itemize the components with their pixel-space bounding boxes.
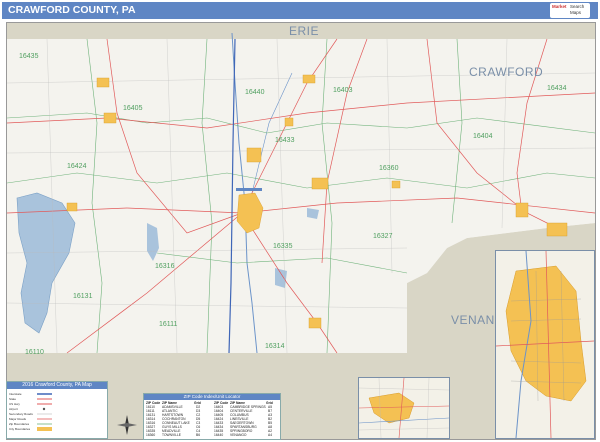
inset-map-meadville[interactable] (495, 250, 595, 439)
zip-index-code: 16360 (146, 433, 156, 437)
logo-brand: Market (552, 4, 567, 9)
map-title: CRAWFORD COUNTY, PA (8, 4, 136, 16)
logo-line-3: Maps (570, 10, 582, 15)
zip-label: 16424 (67, 163, 87, 170)
zip-label: 16440 (245, 89, 265, 96)
zip-label: 16110 (25, 349, 44, 356)
zip-index-grid: B6 (196, 433, 201, 437)
zip-index-grid: A4 (268, 433, 273, 437)
zip-label: 16405 (123, 105, 143, 112)
map-page: CRAWFORD COUNTY, PA Market Search Maps E… (0, 0, 600, 442)
inset-map-small-graphic (359, 378, 449, 438)
map-legend: 2016 Crawford County, PA Map Interstate … (6, 381, 108, 439)
zip-index-name: VENANGO (230, 433, 247, 437)
zip-label: 16327 (373, 233, 393, 240)
zip-label: 16316 (155, 263, 175, 270)
north-arrow-icon (117, 415, 137, 435)
zip-label: 16360 (379, 165, 399, 172)
zip-index-name: TOWNVILLE (162, 433, 181, 437)
zip-label: 16335 (273, 243, 293, 250)
zip-code-index: ZIP Code Index/Unit Locator ZIP Code ZIP… (143, 393, 281, 440)
region-label-erie: ERIE (289, 24, 320, 38)
inset-map-small[interactable] (358, 377, 450, 439)
zip-label: 16404 (473, 133, 493, 140)
zip-label: 16131 (73, 293, 93, 300)
region-label-crawford: CRAWFORD (469, 65, 544, 79)
zip-label: 16434 (547, 85, 567, 92)
zip-index-title: ZIP Code Index/Unit Locator (144, 394, 280, 400)
zip-label: 16403 (333, 87, 353, 94)
zip-label: 16435 (19, 53, 39, 60)
legend-swatches (37, 393, 52, 431)
inset-map-meadville-graphic (496, 251, 594, 438)
brand-logo[interactable]: Market Search Maps (550, 3, 590, 18)
zip-label: 16433 (275, 137, 295, 144)
zip-index-code: 16440 (214, 433, 224, 437)
zip-label: 16314 (265, 343, 285, 350)
zip-label: 16111 (159, 321, 178, 328)
logo-line-2: Search (570, 4, 585, 9)
title-bar: CRAWFORD COUNTY, PA Market Search Maps (2, 2, 598, 19)
